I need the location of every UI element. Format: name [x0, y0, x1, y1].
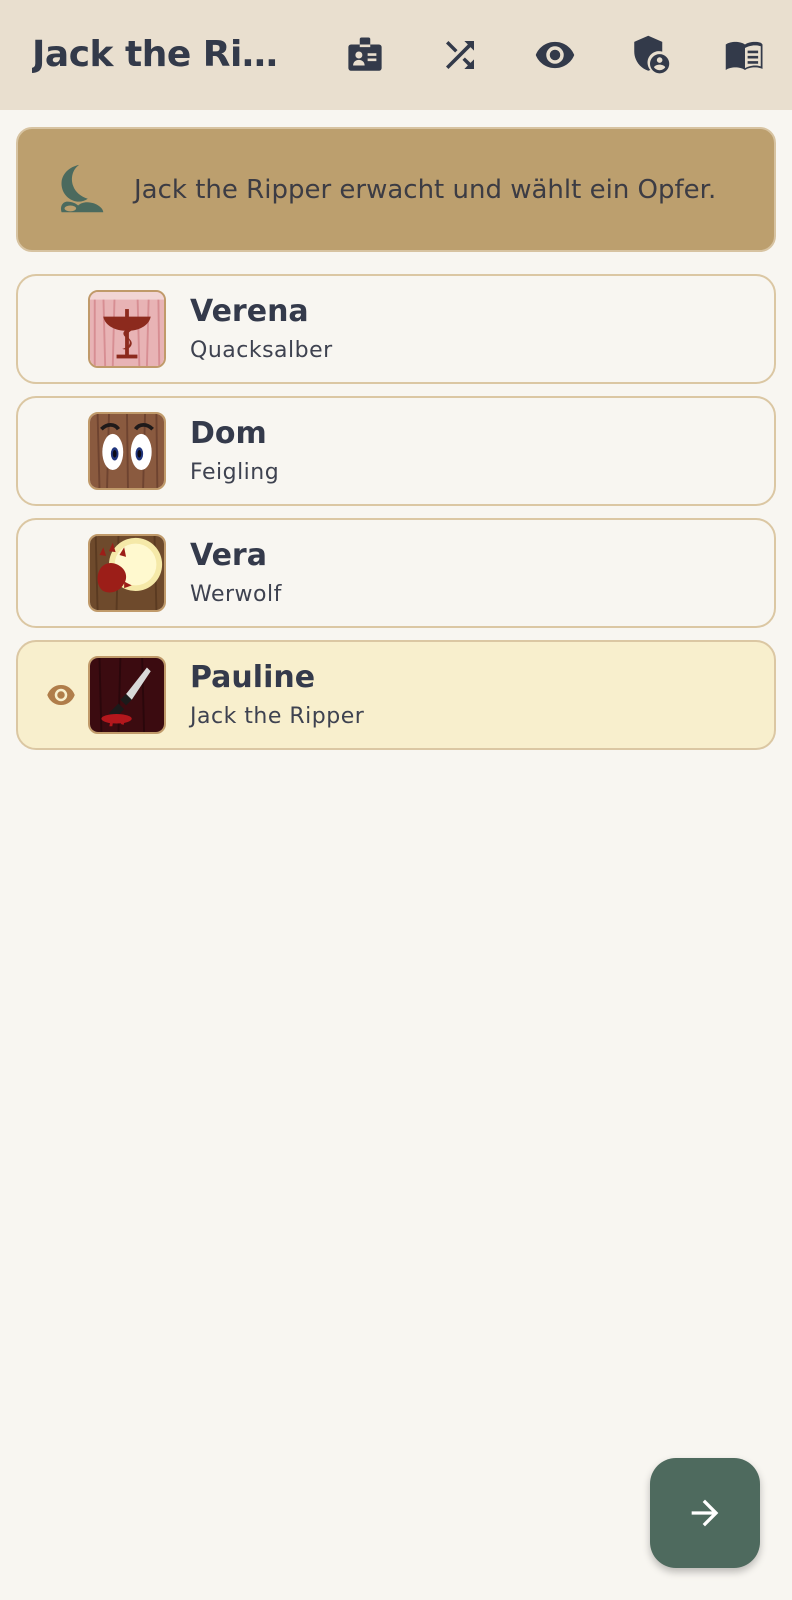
- eye-icon: [47, 685, 75, 705]
- shuffle-button[interactable]: [432, 27, 488, 83]
- player-card[interactable]: Verena Quacksalber: [16, 274, 776, 384]
- id-badge-button[interactable]: [337, 27, 393, 83]
- shield-user-icon: [634, 35, 670, 74]
- shuffle-icon: [446, 41, 474, 69]
- knife-card-image: [90, 658, 164, 732]
- arrow-right-icon: [691, 1499, 719, 1527]
- night-phase-banner: Jack the Ripper erwacht und wählt ein Op…: [16, 127, 776, 252]
- werewolf-moon-card-image: [90, 536, 164, 610]
- player-role: Werwolf: [190, 582, 282, 607]
- caduceus-card-image: [90, 292, 164, 366]
- player-role: Quacksalber: [190, 338, 333, 363]
- player-card-selected[interactable]: Pauline Jack the Ripper: [16, 640, 776, 750]
- role-avatar: [88, 534, 166, 612]
- player-name: Pauline: [190, 660, 316, 695]
- id-badge-icon: [348, 37, 382, 71]
- role-avatar: [88, 656, 166, 734]
- rules-book-button[interactable]: [717, 27, 773, 83]
- player-card[interactable]: Vera Werwolf: [16, 518, 776, 628]
- roles-button[interactable]: [622, 27, 678, 83]
- app-bar: Jack the Ripper: [0, 0, 792, 110]
- next-button[interactable]: [650, 1458, 760, 1568]
- role-avatar: [88, 412, 166, 490]
- player-name: Vera: [190, 538, 267, 573]
- banner-text: Jack the Ripper erwacht und wählt ein Op…: [134, 174, 717, 205]
- player-name: Verena: [190, 294, 309, 329]
- book-icon: [725, 41, 763, 71]
- scared-eyes-card-image: [90, 414, 164, 488]
- page-title: Jack the Ripper: [32, 34, 282, 75]
- player-role: Jack the Ripper: [190, 704, 365, 729]
- moon-icon: [61, 164, 104, 213]
- eye-icon: [535, 41, 575, 69]
- player-card[interactable]: Dom Feigling: [16, 396, 776, 506]
- visibility-button[interactable]: [527, 27, 583, 83]
- player-role: Feigling: [190, 460, 280, 485]
- player-name: Dom: [190, 416, 267, 451]
- role-avatar: [88, 290, 166, 368]
